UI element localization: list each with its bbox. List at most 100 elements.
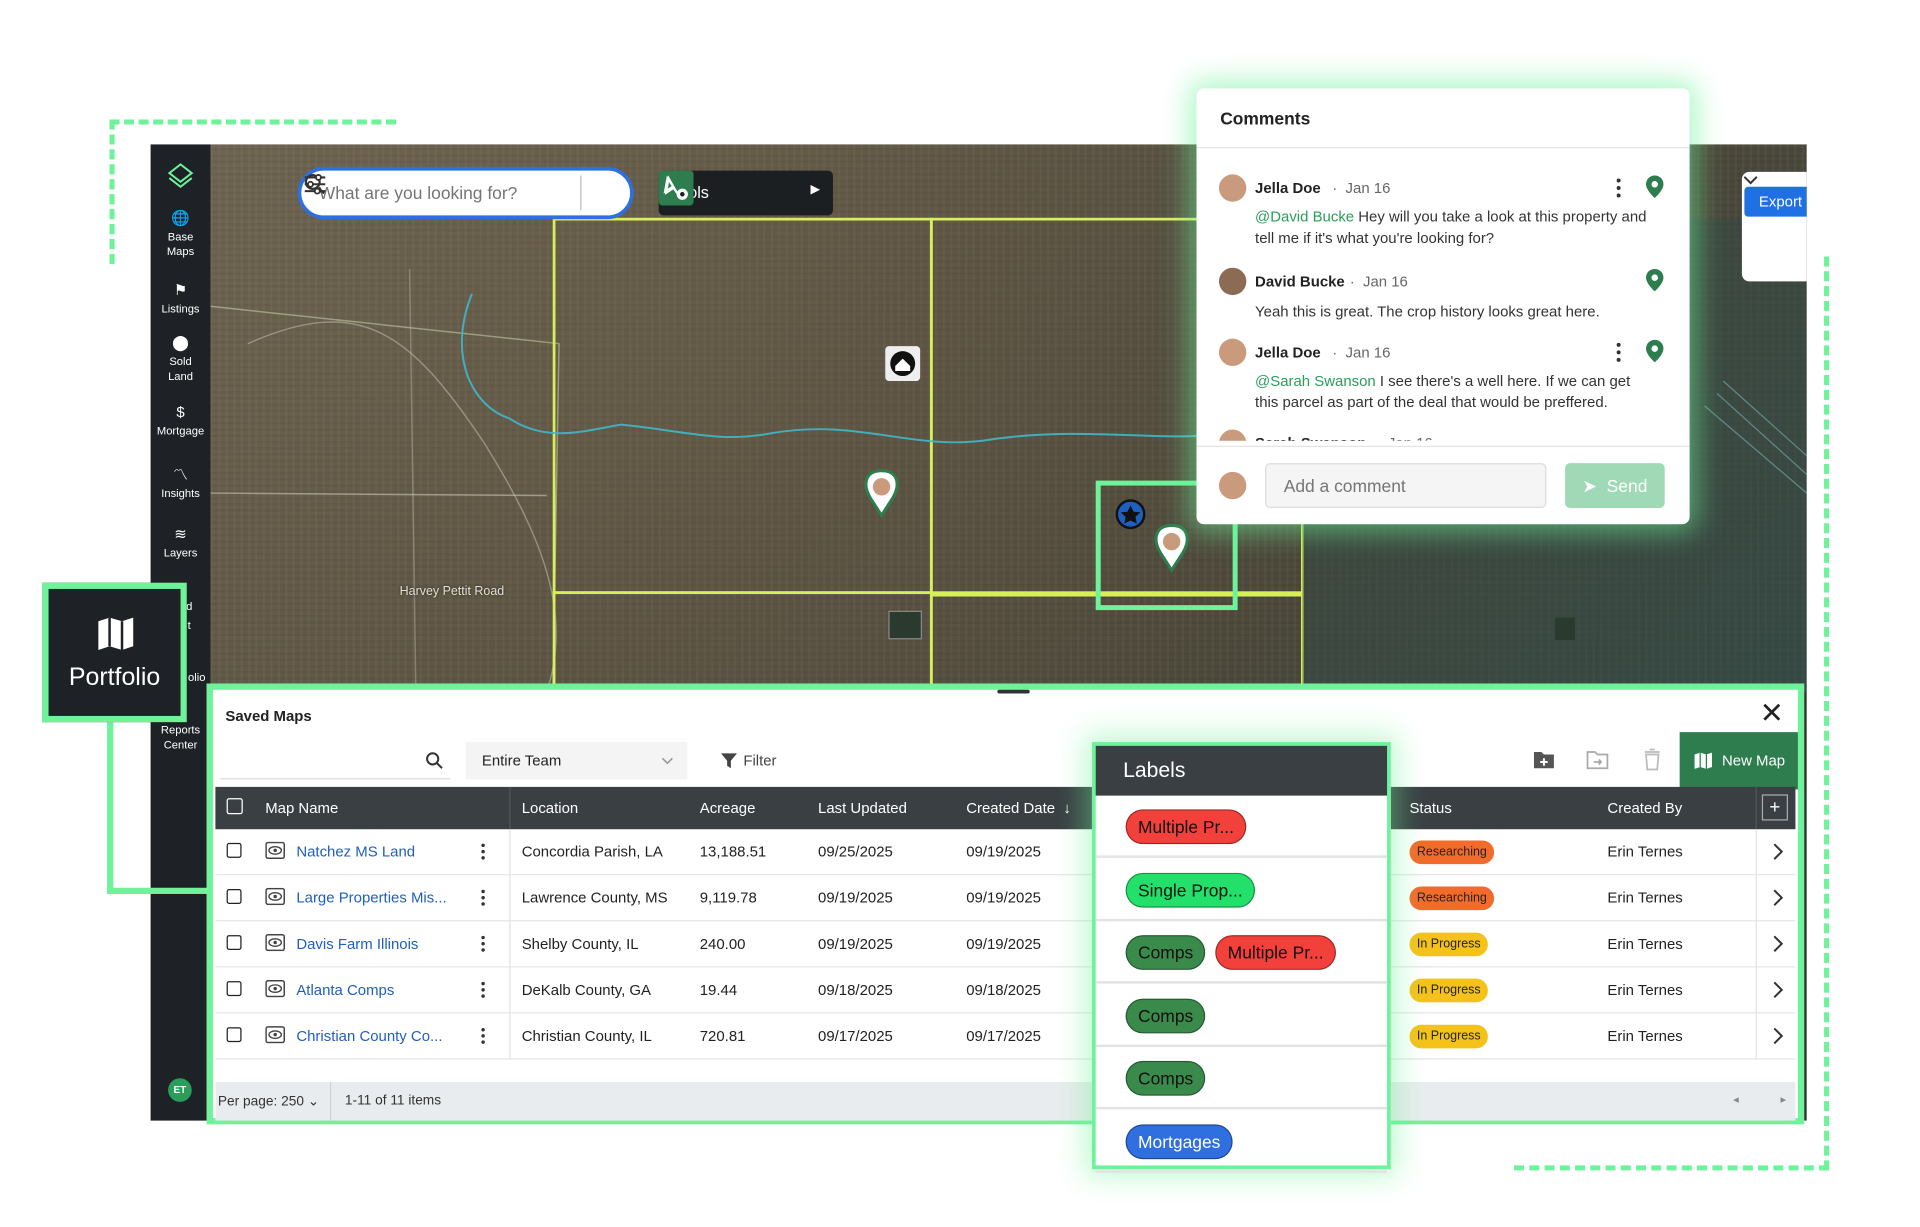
chevron-right-icon[interactable]	[1772, 889, 1784, 906]
add-column-button[interactable]: +	[1761, 794, 1788, 821]
move-to-folder-icon[interactable]	[1586, 748, 1609, 770]
label-row[interactable]: Comps	[1095, 984, 1388, 1047]
mention-link[interactable]: @David Bucke	[1255, 208, 1354, 225]
user-avatar[interactable]: ET	[168, 1078, 192, 1102]
table-row[interactable]: Davis Farm Illinois Shelby County, IL 240.…	[215, 921, 1796, 968]
close-icon[interactable]	[1762, 702, 1782, 722]
preview-eye-icon[interactable]	[265, 887, 286, 906]
sidebar-item-insights[interactable]: 〽 Insights	[151, 466, 211, 501]
chevron-right-icon[interactable]	[1772, 981, 1784, 999]
map-name-link[interactable]: Christian County Co...	[296, 1027, 442, 1044]
parcel-draw-tool-icon[interactable]	[659, 171, 694, 206]
more-options-icon[interactable]	[481, 888, 486, 908]
more-options-icon[interactable]	[481, 1026, 486, 1046]
table-row[interactable]: Atlanta Comps DeKalb County, GA 19.44 09/18…	[215, 967, 1796, 1014]
preview-eye-icon[interactable]	[265, 841, 286, 859]
sidebar-item-sold-land[interactable]: ⬤ Sold Land	[151, 334, 211, 384]
column-header-created-date[interactable]: Created Date ↓	[966, 799, 1071, 816]
team-select[interactable]: Entire Team	[465, 742, 688, 780]
column-header-acreage[interactable]: Acreage	[700, 799, 756, 816]
label-chip[interactable]: Comps	[1125, 997, 1206, 1033]
created-by-cell: Erin Ternes	[1607, 842, 1683, 861]
column-header-map-name[interactable]: Map Name	[265, 799, 338, 816]
map-pin-icon[interactable]	[1645, 268, 1665, 293]
map-pin-icon[interactable]	[1645, 174, 1665, 199]
select-all-checkbox[interactable]	[226, 798, 243, 815]
chevron-right-icon[interactable]	[1772, 843, 1784, 860]
favorite-star-marker[interactable]	[1115, 499, 1146, 530]
map-name-link[interactable]: Davis Farm Illinois	[296, 935, 418, 952]
map-name-link[interactable]: Large Properties Mis...	[296, 889, 446, 906]
preview-eye-icon[interactable]	[265, 1026, 286, 1044]
map-name-link[interactable]: Natchez MS Land	[296, 843, 415, 860]
search-icon[interactable]	[425, 751, 445, 771]
sidebar-item-layers[interactable]: ≋ Layers	[151, 525, 211, 560]
avatar[interactable]	[1218, 174, 1247, 202]
label-row[interactable]: Comps	[1095, 1047, 1388, 1110]
more-options-icon[interactable]	[481, 842, 486, 862]
trash-icon[interactable]	[1641, 748, 1663, 771]
column-header-location[interactable]: Location	[522, 799, 578, 816]
row-checkbox[interactable]	[226, 1027, 242, 1043]
table-row[interactable]: Natchez MS Land Concordia Parish, LA 13,18…	[215, 829, 1796, 876]
label-chip[interactable]: Comps	[1125, 935, 1206, 970]
mention-link[interactable]: @Sarah Swanson	[1255, 372, 1376, 389]
label-chip[interactable]: Comps	[1125, 1060, 1206, 1096]
export-button[interactable]: Export	[1744, 186, 1807, 217]
filter-button[interactable]: Filter	[720, 742, 777, 779]
table-row[interactable]: Large Properties Mis... Lawrence County, …	[215, 875, 1796, 922]
label-chip[interactable]: Mortgages	[1125, 1123, 1233, 1159]
expand-tools-icon[interactable]: ▶	[811, 183, 821, 197]
more-options-icon[interactable]	[481, 934, 486, 954]
avatar[interactable]	[1218, 267, 1247, 296]
row-checkbox[interactable]	[226, 889, 242, 904]
label-row[interactable]: Mortgages	[1095, 1110, 1388, 1173]
label-chip[interactable]: Multiple Pr...	[1215, 935, 1337, 970]
saved-maps-search[interactable]	[220, 742, 451, 780]
previous-page-icon[interactable]: ◂	[1733, 1093, 1739, 1107]
label-row[interactable]: Comps Multiple Pr...	[1095, 921, 1388, 984]
per-page-select[interactable]: Per page: 250 ⌄	[218, 1093, 319, 1109]
column-header-created-by[interactable]: Created By	[1607, 799, 1682, 816]
column-header-status[interactable]: Status	[1409, 799, 1451, 816]
sidebar-item-listings[interactable]: ⚑ Listings	[151, 281, 211, 316]
map-name-link[interactable]: Atlanta Comps	[296, 981, 394, 998]
status-badge: In Progress	[1409, 932, 1489, 957]
next-page-icon[interactable]: ▸	[1780, 1093, 1786, 1107]
user-location-pin[interactable]	[1154, 523, 1189, 574]
row-checkbox[interactable]	[226, 842, 242, 858]
saved-maps-title: Saved Maps	[225, 707, 312, 725]
column-header-last-updated[interactable]: Last Updated	[818, 799, 907, 816]
preview-eye-icon[interactable]	[265, 933, 286, 952]
avatar[interactable]	[1218, 338, 1247, 367]
portfolio-callout[interactable]: Portfolio	[42, 582, 187, 723]
row-checkbox[interactable]	[226, 981, 242, 997]
filter-sliders-icon[interactable]	[301, 171, 328, 198]
label-chip[interactable]: Multiple Pr...	[1125, 809, 1247, 845]
more-options-icon[interactable]	[481, 980, 486, 1000]
map-pin-icon[interactable]	[1645, 339, 1665, 364]
preview-eye-icon[interactable]	[265, 980, 286, 998]
new-map-button[interactable]: New Map	[1679, 732, 1798, 790]
sidebar-item-base-maps[interactable]: 🌐 Base Maps	[151, 209, 211, 259]
user-location-pin[interactable]	[864, 469, 899, 519]
more-options-icon[interactable]	[1615, 341, 1622, 363]
table-row[interactable]: Christian County Co... Christian County, …	[215, 1013, 1796, 1060]
row-checkbox[interactable]	[226, 935, 242, 951]
label-row[interactable]: Single Prop...	[1095, 858, 1388, 921]
sidebar-item-mortgage[interactable]: $ Mortgage	[151, 403, 211, 438]
created-by-cell: Erin Ternes	[1607, 981, 1683, 999]
label-chip[interactable]: Single Prop...	[1125, 872, 1256, 908]
add-comment-input[interactable]	[1265, 463, 1547, 509]
app-logo-icon[interactable]	[167, 162, 194, 189]
chevron-down-icon[interactable]	[1742, 172, 1759, 189]
home-marker[interactable]	[885, 346, 921, 382]
map-search-input[interactable]	[318, 180, 543, 206]
send-button[interactable]: ➤ Send	[1565, 463, 1665, 509]
chevron-right-icon[interactable]	[1772, 1027, 1784, 1045]
chevron-right-icon[interactable]	[1772, 935, 1784, 952]
more-options-icon[interactable]	[1615, 177, 1622, 199]
new-folder-icon[interactable]	[1533, 748, 1555, 770]
drag-handle[interactable]	[997, 689, 1030, 694]
label-row[interactable]: Multiple Pr...	[1095, 796, 1388, 858]
